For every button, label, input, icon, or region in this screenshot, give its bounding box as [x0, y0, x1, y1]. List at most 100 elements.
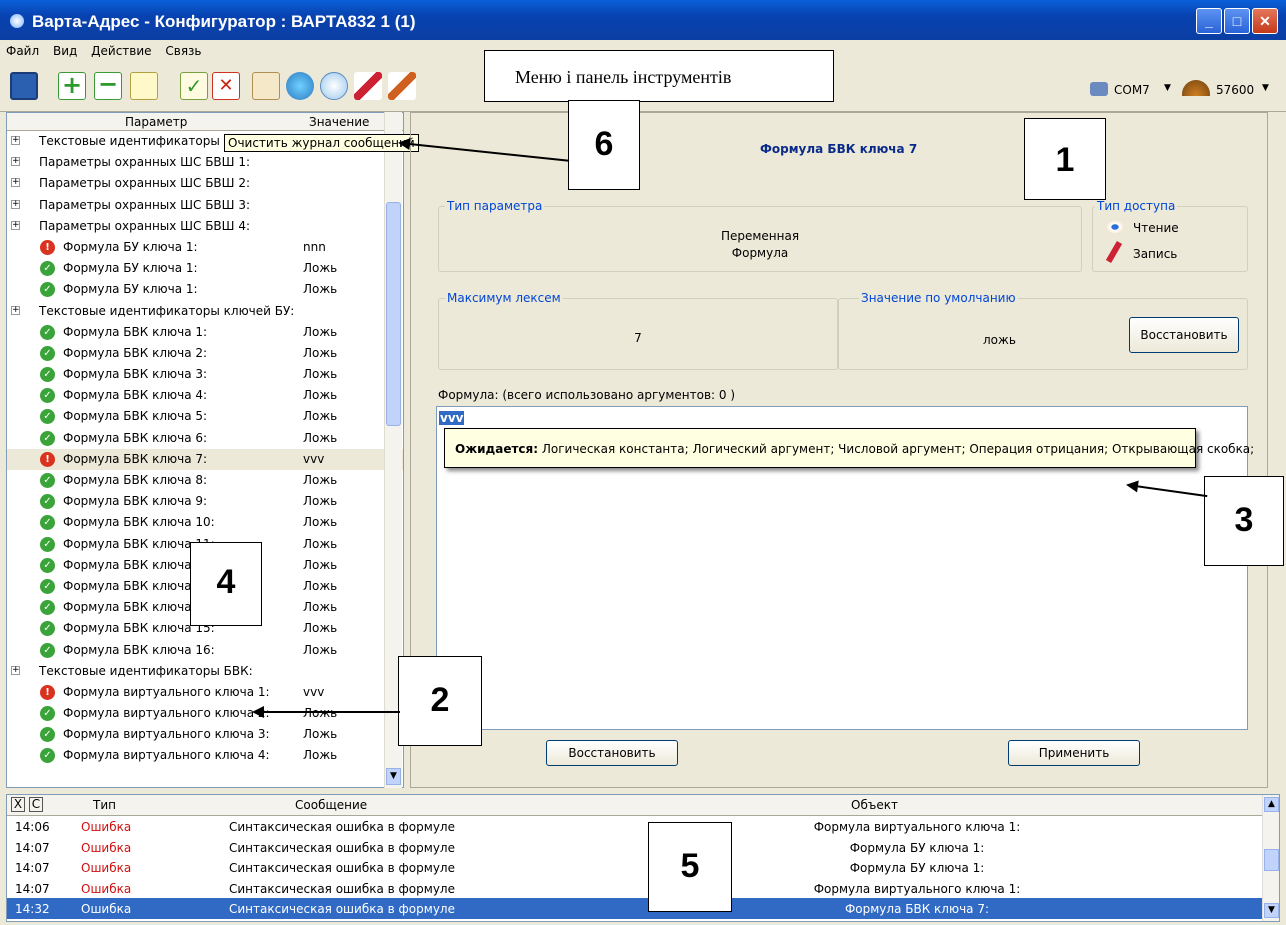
expand-icon[interactable]: + — [11, 178, 20, 188]
apply-button[interactable]: Применить — [1008, 740, 1140, 766]
ok-status-icon: ✓ — [40, 600, 55, 616]
tree-item[interactable]: ✓ Формула БВК ключа 10: Ложь — [7, 512, 403, 533]
log-row[interactable]: 14:07 Ошибка Синтаксическая ошибка в форму… — [7, 878, 1279, 899]
read-icon[interactable] — [286, 72, 314, 100]
close-icon[interactable]: ✕ — [1252, 8, 1278, 34]
tree-group[interactable]: + Параметры охранных ШС БВШ 2: — [7, 173, 403, 194]
tree-group[interactable]: + Параметры охранных ШС БВШ 3: — [7, 195, 403, 216]
log-row[interactable]: 14:32 Ошибка Синтаксическая ошибка в форму… — [7, 898, 1279, 919]
tree-item[interactable]: ✓ Формула виртуального ключа 2: Ложь — [7, 703, 403, 724]
read-all-icon[interactable] — [320, 72, 348, 100]
tree-item[interactable]: ✓ Формула БВК ключа 2: Ложь — [7, 343, 403, 364]
callout-5: 5 — [648, 822, 732, 912]
log-clear-x-button[interactable]: X — [11, 797, 25, 812]
expand-icon[interactable]: + — [11, 199, 20, 209]
tree-group[interactable]: + Текстовые идентификаторы БВК: — [7, 661, 403, 682]
tree-item[interactable]: ✓ Формула виртуального ключа 4: Ложь — [7, 745, 403, 766]
remove-icon[interactable]: − — [94, 72, 122, 100]
tree-item[interactable]: ✓ Формула БВК ключа 9: Ложь — [7, 491, 403, 512]
expand-icon[interactable]: + — [11, 220, 20, 230]
menu-view[interactable]: Вид — [53, 44, 77, 58]
tree-item[interactable]: ✓ Формула БВК ключа 5: Ложь — [7, 406, 403, 427]
log-col-object[interactable]: Объект — [851, 798, 898, 812]
tree-item[interactable]: ✓ Формула БВК ключа 1: Ложь — [7, 322, 403, 343]
add-icon[interactable]: + — [58, 72, 86, 100]
tree-item[interactable]: ✓ Формула БВК ключа 16: Ложь — [7, 640, 403, 661]
cancel-icon[interactable]: ✕ — [212, 72, 240, 100]
tree-item-value: Ложь — [303, 473, 338, 487]
tree-item[interactable]: ! Формула БВК ключа 7: vvv — [7, 448, 403, 470]
tree-item[interactable]: ! Формула виртуального ключа 1: vvv — [7, 682, 403, 703]
port-select[interactable]: COM7 — [1114, 83, 1150, 97]
save-icon[interactable] — [10, 72, 38, 100]
menu-file[interactable]: Файл — [6, 44, 39, 58]
log-row[interactable]: 14:07 Ошибка Синтаксическая ошибка в форму… — [7, 857, 1279, 878]
minimize-icon[interactable]: _ — [1196, 8, 1222, 34]
tree-item-label: Формула БВК ключа 16: — [63, 642, 215, 657]
message-log[interactable]: X C Тип Сообщение Объект 14:06 Ошибка Синт… — [6, 794, 1280, 922]
parameter-tree[interactable]: Параметр Значение + Текстовые идентификат… — [6, 112, 404, 788]
write-icon[interactable] — [354, 72, 382, 100]
log-row[interactable]: 14:06 Ошибка Синтаксическая ошибка в форму… — [7, 816, 1279, 837]
tree-item[interactable]: ! Формула БУ ключа 1: nnn — [7, 237, 403, 258]
tree-icon[interactable] — [252, 72, 280, 100]
tree-item[interactable]: ✓ Формула БУ ключа 1: Ложь — [7, 258, 403, 279]
log-scroll-up-icon[interactable]: ▲ — [1264, 797, 1279, 812]
tree-item-label: Формула БВК ключа 9: — [63, 494, 208, 509]
tree-item[interactable]: ✓ Формула виртуального ключа 3: Ложь — [7, 724, 403, 745]
tree-item-label: Параметры охранных ШС БВШ 1: — [39, 155, 250, 170]
type-line1: Переменная — [720, 229, 800, 243]
restore-button[interactable]: Восстановить — [546, 740, 678, 766]
tree-item-value: vvv — [303, 451, 325, 466]
tree-item[interactable]: ✓ Формула БУ ключа 1: Ложь — [7, 279, 403, 300]
log-scroll-down-icon[interactable]: ▼ — [1264, 903, 1279, 918]
document-icon[interactable] — [130, 72, 158, 100]
ok-status-icon: ✓ — [40, 578, 55, 594]
maximize-icon[interactable]: □ — [1224, 8, 1250, 34]
tree-item-label: Формула БВК ключа 1: — [63, 324, 208, 339]
ok-status-icon: ✓ — [40, 557, 55, 573]
scroll-down-icon[interactable]: ▼ — [386, 768, 401, 785]
menu-action[interactable]: Действие — [91, 44, 151, 58]
callout-6: 6 — [568, 100, 640, 190]
tree-col-value[interactable]: Значение — [309, 115, 369, 129]
tree-group[interactable]: + Текстовые идентификаторы ключей БУ: — [7, 301, 403, 322]
tree-scroll-thumb[interactable] — [386, 202, 401, 426]
log-col-type[interactable]: Тип — [93, 798, 116, 812]
check-icon[interactable]: ✓ — [180, 72, 208, 100]
tree-item[interactable]: ✓ Формула БВК ключа 3: Ложь — [7, 364, 403, 385]
expand-icon[interactable]: + — [11, 305, 20, 315]
log-clear-c-button[interactable]: C — [29, 797, 43, 812]
log-row[interactable]: 14:07 Ошибка Синтаксическая ошибка в форму… — [7, 837, 1279, 858]
log-scroll-thumb[interactable] — [1264, 849, 1279, 871]
restore-default-button[interactable]: Восстановить — [1129, 317, 1239, 353]
tree-item-value: Ложь — [303, 557, 338, 572]
expand-icon[interactable]: + — [11, 136, 20, 145]
tree-item-label: Параметры охранных ШС БВШ 4: — [39, 218, 250, 233]
tree-group[interactable]: + Параметры охранных ШС БВШ 4: — [7, 216, 403, 237]
expand-icon[interactable]: + — [11, 157, 20, 167]
tree-item-value: Ложь — [303, 282, 338, 297]
default-group: Значение по умолчанию ложь Восстановить — [838, 291, 1248, 370]
baud-dropdown-icon[interactable]: ▼ — [1262, 83, 1269, 93]
tree-col-param[interactable]: Параметр — [125, 115, 187, 129]
tree-item[interactable]: ✓ Формула БВК ключа 8: Ложь — [7, 470, 403, 491]
tree-item-label: Формула виртуального ключа 2: — [63, 706, 270, 721]
tree-item-value: Ложь — [303, 430, 338, 445]
baud-select[interactable]: 57600 — [1216, 83, 1254, 97]
menu-connection[interactable]: Связь — [165, 44, 201, 58]
log-scrollbar[interactable]: ▲ ▼ — [1262, 795, 1279, 921]
access-read: Чтение — [1133, 221, 1179, 235]
log-col-message[interactable]: Сообщение — [295, 798, 367, 812]
tree-item[interactable]: ✓ Формула БВК ключа 6: Ложь — [7, 428, 403, 449]
expand-icon[interactable]: + — [11, 665, 20, 675]
ok-status-icon: ✓ — [40, 282, 55, 298]
ok-status-icon: ✓ — [40, 642, 55, 658]
tree-group[interactable]: + Параметры охранных ШС БВШ 1: — [7, 152, 403, 173]
write-all-icon[interactable] — [388, 72, 416, 100]
tree-item[interactable]: ✓ Формула БВК ключа 4: Ложь — [7, 385, 403, 406]
port-dropdown-icon[interactable]: ▼ — [1164, 83, 1171, 93]
formula-text[interactable]: vvv — [439, 411, 465, 425]
tree-item-value: vvv — [303, 684, 325, 699]
ok-status-icon: ✓ — [40, 494, 55, 510]
